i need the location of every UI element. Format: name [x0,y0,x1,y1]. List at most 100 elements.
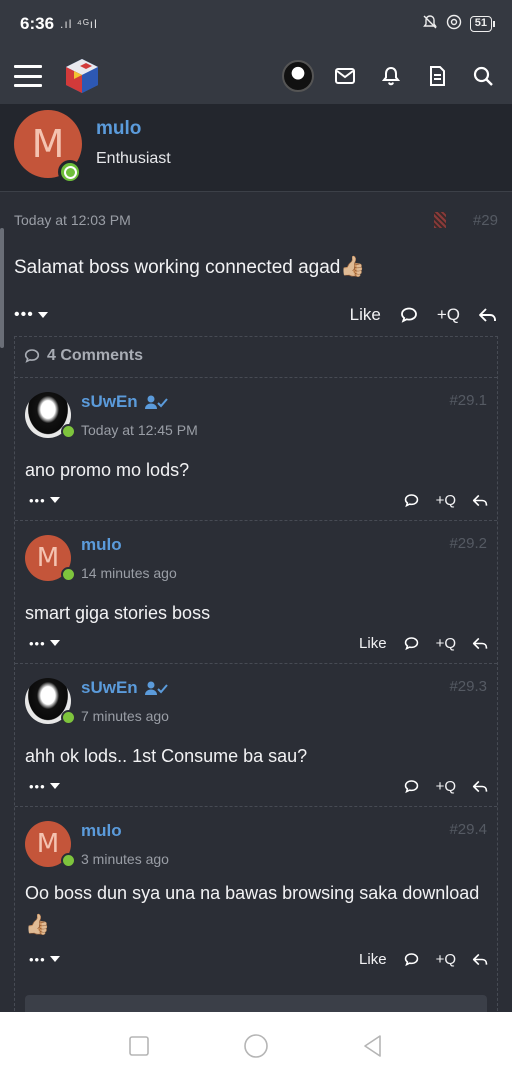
status-bar: 6:36 .ıl ⁴ᴳıl 51 [0,0,512,48]
reply-icon[interactable] [472,492,489,509]
comment-body: Oo boss dun sya una na bawas browsing sa… [25,877,485,941]
quote-button[interactable]: +Q [436,635,456,652]
online-status-icon [58,160,82,184]
comment-action-buttons: Like +Q [359,951,489,968]
comment-icon[interactable] [403,778,420,795]
post-text: Salamat boss working connected agad [14,257,341,278]
comment-number[interactable]: #29.2 [449,535,487,552]
post-date[interactable]: Today at 12:03 PM [14,212,131,228]
comment-action-buttons: Like +Q [359,635,489,652]
author-name[interactable]: mulo [96,118,141,140]
quote-button[interactable]: +Q [436,492,456,509]
quote-button[interactable]: +Q [437,305,460,325]
more-options-button[interactable]: ••• [29,952,60,967]
reply-icon[interactable] [472,778,489,795]
comment-actions: ••• +Q [29,774,489,798]
status-right: 51 [422,14,496,34]
comment-icon[interactable] [403,951,420,968]
verified-user-icon [144,681,168,695]
comment-actions: ••• Like +Q [29,631,489,655]
comments-section: 4 Comments sUwEn Today at 12:45 PM #29.1… [14,336,498,1026]
online-status-icon [61,424,76,439]
like-button[interactable]: Like [359,635,387,652]
verified-user-icon [144,395,168,409]
battery-indicator: 51 [469,16,496,32]
comment: sUwEn Today at 12:45 PM #29.1 ano promo … [15,377,497,519]
scrollbar[interactable] [0,228,4,348]
more-options-button[interactable]: ••• [14,306,48,324]
post: Today at 12:03 PM #29 Salamat boss worki… [0,192,512,1026]
comment-time[interactable]: 14 minutes ago [81,565,177,581]
comment-actions: ••• Like +Q [29,947,489,971]
comment-time[interactable]: 3 minutes ago [81,851,169,867]
comment-icon [24,349,40,363]
reply-icon[interactable] [478,305,498,325]
thumbs-up-emoji: 👍🏼 [340,256,366,278]
chevron-down-icon [49,497,60,503]
comment: M mulo 14 minutes ago #29.2 smart giga s… [15,520,497,662]
top-nav-bar [0,48,512,104]
commenter-name[interactable]: sUwEn [81,678,168,698]
menu-icon[interactable] [14,65,42,87]
online-status-icon [61,710,76,725]
like-button[interactable]: Like [350,305,381,325]
quote-button[interactable]: +Q [436,778,456,795]
comment-body: smart giga stories boss [25,603,211,623]
at-icon [446,14,462,34]
like-button[interactable]: Like [359,951,387,968]
site-logo[interactable] [62,56,102,96]
bell-icon[interactable] [376,61,406,91]
comment-time[interactable]: 7 minutes ago [81,708,169,724]
comment-number[interactable]: #29.1 [449,392,487,409]
commenter-name[interactable]: mulo [81,821,122,841]
thumbs-up-emoji: 👍🏼 [25,914,50,936]
chevron-down-icon [37,312,48,318]
comment: sUwEn 7 minutes ago #29.3 ahh ok lods.. … [15,663,497,805]
comment-number[interactable]: #29.4 [449,821,487,838]
online-status-icon [61,853,76,868]
back-icon[interactable] [359,1032,387,1060]
more-options-button[interactable]: ••• [29,636,60,651]
bookmark-icon[interactable] [434,212,446,228]
commenter-name[interactable]: mulo [81,535,122,555]
comment: M mulo 3 minutes ago #29.4 Oo boss dun s… [15,806,497,982]
comment-action-buttons: +Q [403,778,489,795]
system-nav-bar [0,1012,512,1080]
user-avatar[interactable] [282,60,314,92]
recents-icon[interactable] [125,1032,153,1060]
status-time: 6:36 [20,14,55,33]
more-options-button[interactable]: ••• [29,779,60,794]
comment-body: ano promo mo lods? [25,460,190,480]
post-number[interactable]: #29 [473,212,498,229]
post-actions: ••• Like +Q [14,300,498,330]
comment-actions: ••• +Q [29,488,489,512]
comment-icon[interactable] [399,305,419,325]
document-icon[interactable] [422,61,452,91]
quote-button[interactable]: +Q [436,951,456,968]
online-status-icon [61,567,76,582]
reply-icon[interactable] [472,951,489,968]
search-icon[interactable] [468,61,498,91]
signal-icon: .ıl ⁴ᴳıl [60,17,98,31]
post-action-buttons: Like +Q [350,305,498,325]
comment-icon[interactable] [403,635,420,652]
author-title: Enthusiast [96,150,171,167]
chevron-down-icon [49,640,60,646]
nav-actions [282,60,498,92]
comment-number[interactable]: #29.3 [449,678,487,695]
comment-icon[interactable] [403,492,420,509]
comment-time[interactable]: Today at 12:45 PM [81,422,198,438]
mute-icon [422,14,438,34]
commenter-name[interactable]: sUwEn [81,392,168,412]
comment-text: Oo boss dun sya una na bawas browsing sa… [25,883,480,903]
reply-icon[interactable] [472,635,489,652]
post-body: Salamat boss working connected agad👍🏼 [14,254,365,279]
envelope-icon[interactable] [330,61,360,91]
more-options-button[interactable]: ••• [29,493,60,508]
post-author-header: M mulo Enthusiast [0,104,512,192]
comment-action-buttons: +Q [403,492,489,509]
comments-header[interactable]: 4 Comments [23,347,143,365]
chevron-down-icon [49,783,60,789]
chevron-down-icon [49,956,60,962]
home-icon[interactable] [242,1032,270,1060]
